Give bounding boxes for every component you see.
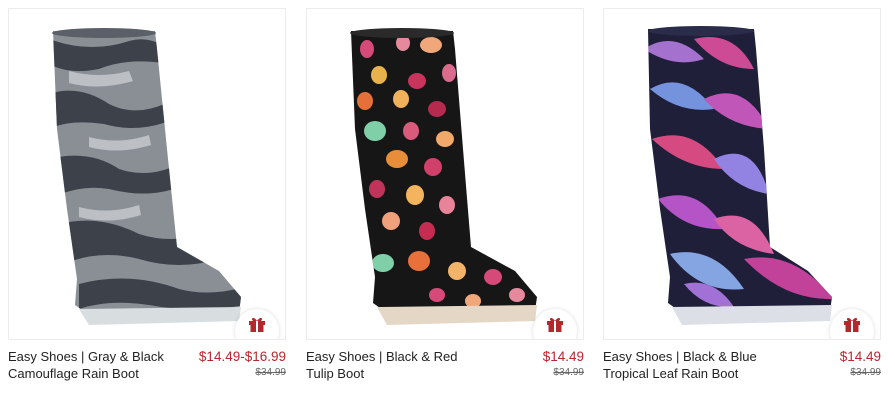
original-price: $34.99 bbox=[255, 367, 286, 378]
product-info: Easy Shoes | Black & Blue Tropical Leaf … bbox=[603, 348, 881, 388]
product-grid: Easy Shoes | Gray & Black Camouflage Rai… bbox=[0, 0, 895, 403]
product-info: Easy Shoes | Gray & Black Camouflage Rai… bbox=[8, 348, 286, 388]
product-card[interactable]: Easy Shoes | Gray & Black Camouflage Rai… bbox=[8, 8, 286, 396]
gift-icon bbox=[547, 317, 563, 332]
product-name-line1: Easy Shoes | Black & Blue bbox=[603, 349, 757, 364]
sale-price: $14.49 bbox=[542, 349, 584, 364]
boot-image bbox=[648, 26, 832, 325]
boot-image bbox=[350, 28, 537, 325]
product-name[interactable]: Easy Shoes | Black & Blue Tropical Leaf … bbox=[603, 348, 783, 382]
product-name-line1: Easy Shoes | Black & Red bbox=[306, 349, 458, 364]
product-image[interactable] bbox=[603, 8, 881, 340]
product-image[interactable] bbox=[8, 8, 286, 340]
product-image[interactable] bbox=[306, 8, 584, 340]
product-card[interactable]: Easy Shoes | Black & Blue Tropical Leaf … bbox=[603, 8, 881, 396]
product-name[interactable]: Easy Shoes | Gray & Black Camouflage Rai… bbox=[8, 348, 188, 382]
sale-price: $14.49-$16.99 bbox=[198, 349, 286, 364]
original-price: $34.99 bbox=[553, 367, 584, 378]
gift-icon bbox=[844, 317, 860, 332]
sale-price: $14.49 bbox=[839, 349, 881, 364]
product-name-line1: Easy Shoes | Gray & Black bbox=[8, 349, 164, 364]
product-name-line2: Tropical Leaf Rain Boot bbox=[603, 366, 739, 381]
product-name[interactable]: Easy Shoes | Black & Red Tulip Boot bbox=[306, 348, 486, 382]
original-price: $34.99 bbox=[850, 367, 881, 378]
product-info: Easy Shoes | Black & Red Tulip Boot $14.… bbox=[306, 348, 584, 388]
product-card[interactable]: Easy Shoes | Black & Red Tulip Boot $14.… bbox=[306, 8, 584, 396]
product-name-line2: Camouflage Rain Boot bbox=[8, 366, 139, 381]
boot-image bbox=[52, 28, 241, 325]
gift-icon bbox=[249, 317, 265, 332]
product-name-line2: Tulip Boot bbox=[306, 366, 365, 381]
